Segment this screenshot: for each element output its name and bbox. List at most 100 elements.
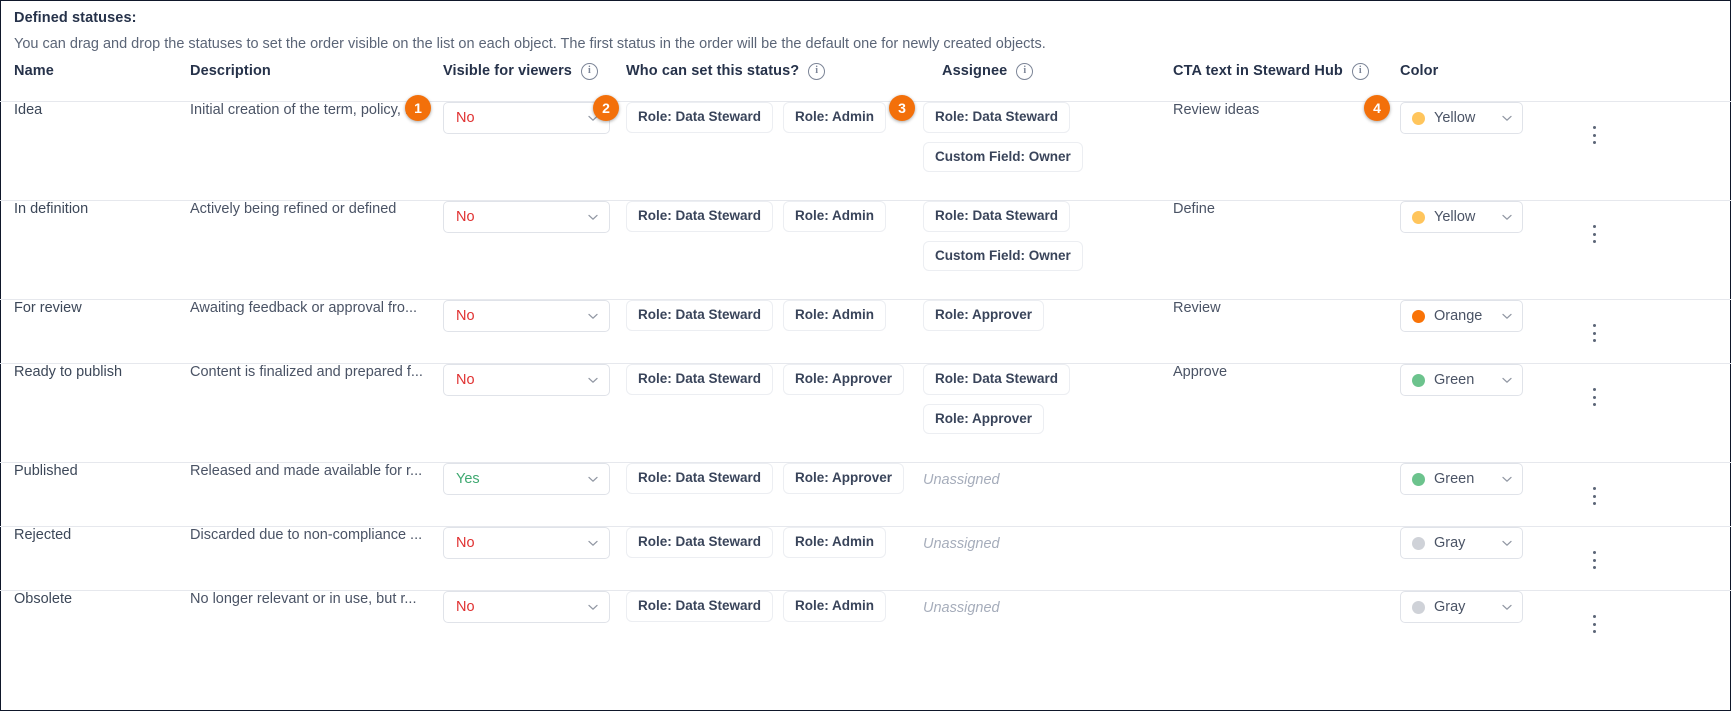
role-badge[interactable]: Role: Data Steward bbox=[626, 300, 774, 331]
row-menu-button[interactable] bbox=[1586, 364, 1602, 406]
cell-name: Rejected bbox=[0, 526, 190, 591]
table-header: Name Description Visible for viewers Who… bbox=[0, 62, 1731, 102]
table-row[interactable]: Published Released and made available fo… bbox=[0, 462, 1731, 527]
role-badge[interactable]: Role: Admin bbox=[783, 591, 887, 622]
cell-name: Ready to publish bbox=[0, 363, 190, 463]
color-value: Yellow bbox=[1434, 209, 1476, 225]
cell-visible: No bbox=[443, 590, 626, 661]
cell-actions bbox=[1576, 101, 1731, 201]
role-badge[interactable]: Role: Approver bbox=[923, 403, 1045, 435]
visible-value: No bbox=[456, 372, 475, 388]
cell-color: Gray bbox=[1400, 590, 1576, 661]
cell-assignee: Role: Data Steward Custom Field: Owner bbox=[923, 200, 1173, 300]
cell-name: Obsolete bbox=[0, 590, 190, 661]
role-badge[interactable]: Role: Admin bbox=[783, 102, 887, 133]
row-menu-button[interactable] bbox=[1586, 463, 1602, 505]
color-value: Orange bbox=[1434, 308, 1483, 324]
status-description: Actively being refined or defined bbox=[190, 201, 397, 217]
who-can-set-badges: Role: Data Steward Role: Admin bbox=[626, 102, 923, 133]
cta-text: Define bbox=[1173, 201, 1215, 217]
cell-cta: Approve bbox=[1173, 363, 1400, 463]
column-header-who-label: Who can set this status? bbox=[626, 62, 800, 79]
role-badge[interactable]: Role: Approver bbox=[783, 364, 905, 395]
chevron-down-icon bbox=[1501, 112, 1513, 124]
color-select[interactable]: Green bbox=[1400, 463, 1523, 495]
table-row[interactable]: Obsolete No longer relevant or in use, b… bbox=[0, 590, 1731, 661]
table-row[interactable]: Ready to publish Content is finalized an… bbox=[0, 363, 1731, 463]
role-badge[interactable]: Role: Data Steward bbox=[626, 364, 774, 395]
row-menu-button[interactable] bbox=[1586, 527, 1602, 569]
row-menu-button[interactable] bbox=[1586, 201, 1602, 243]
visible-for-viewers-select[interactable]: No bbox=[443, 527, 610, 559]
visible-for-viewers-select[interactable]: No bbox=[443, 591, 610, 623]
info-icon[interactable] bbox=[1351, 63, 1369, 80]
table-row[interactable]: In definition Actively being refined or … bbox=[0, 200, 1731, 300]
visible-for-viewers-select[interactable]: No bbox=[443, 300, 610, 332]
info-icon[interactable] bbox=[808, 63, 826, 80]
who-can-set-badges: Role: Data Steward Role: Admin bbox=[626, 591, 923, 622]
role-badge[interactable]: Role: Data Steward bbox=[923, 102, 1071, 133]
chevron-down-icon bbox=[587, 601, 599, 613]
cell-color: Orange bbox=[1400, 299, 1576, 364]
cell-visible: Yes bbox=[443, 462, 626, 527]
role-badge[interactable]: Role: Admin bbox=[783, 201, 887, 232]
color-swatch-icon bbox=[1412, 472, 1425, 486]
column-header-assignee-label: Assignee bbox=[942, 62, 1008, 79]
color-select[interactable]: Gray bbox=[1400, 527, 1523, 559]
row-menu-button[interactable] bbox=[1586, 102, 1602, 144]
info-icon[interactable] bbox=[580, 63, 598, 80]
cell-cta bbox=[1173, 526, 1400, 591]
cell-description: Initial creation of the term, policy, ..… bbox=[190, 101, 443, 201]
cell-assignee: Role: Approver bbox=[923, 299, 1173, 364]
role-badge[interactable]: Role: Data Steward bbox=[626, 591, 774, 622]
cell-who-can-set: Role: Data Steward Role: Admin bbox=[626, 590, 923, 661]
chevron-down-icon bbox=[1501, 211, 1513, 223]
row-menu-button[interactable] bbox=[1586, 300, 1602, 342]
color-select[interactable]: Orange bbox=[1400, 300, 1523, 332]
color-select[interactable]: Green bbox=[1400, 364, 1523, 396]
role-badge[interactable]: Role: Data Steward bbox=[626, 463, 774, 494]
cell-description: Awaiting feedback or approval fro... bbox=[190, 299, 443, 364]
role-badge[interactable]: Custom Field: Owner bbox=[923, 240, 1083, 272]
cell-actions bbox=[1576, 299, 1731, 364]
role-badge[interactable]: Role: Data Steward bbox=[626, 527, 774, 558]
role-badge[interactable]: Role: Approver bbox=[783, 463, 905, 494]
color-select[interactable]: Yellow bbox=[1400, 201, 1523, 233]
info-icon[interactable] bbox=[1016, 63, 1034, 80]
role-badge[interactable]: Role: Admin bbox=[783, 527, 887, 558]
assignee-badges: Role: Data Steward Custom Field: Owner bbox=[923, 201, 1173, 272]
cell-cta: Review ideas bbox=[1173, 101, 1400, 201]
cell-assignee: Role: Data Steward Role: Approver bbox=[923, 363, 1173, 463]
visible-for-viewers-select[interactable]: No bbox=[443, 102, 610, 134]
role-badge[interactable]: Custom Field: Owner bbox=[923, 141, 1083, 173]
table-row[interactable]: For review Awaiting feedback or approval… bbox=[0, 299, 1731, 364]
role-badge[interactable]: Role: Admin bbox=[783, 300, 887, 331]
cell-assignee: Unassigned bbox=[923, 590, 1173, 661]
role-badge[interactable]: Role: Data Steward bbox=[626, 201, 774, 232]
role-badge[interactable]: Role: Data Steward bbox=[626, 102, 774, 133]
visible-value: No bbox=[456, 110, 475, 126]
cell-visible: No bbox=[443, 526, 626, 591]
table-row[interactable]: Rejected Discarded due to non-compliance… bbox=[0, 526, 1731, 591]
status-description: Content is finalized and prepared f... bbox=[190, 364, 423, 380]
assignee-badges: Role: Approver bbox=[923, 300, 1173, 331]
visible-value: No bbox=[456, 535, 475, 551]
row-menu-button[interactable] bbox=[1586, 591, 1602, 633]
page-subtitle: You can drag and drop the statuses to se… bbox=[14, 35, 1046, 52]
visible-for-viewers-select[interactable]: Yes bbox=[443, 463, 610, 495]
status-name: Ready to publish bbox=[14, 364, 123, 380]
cell-name: Published bbox=[0, 462, 190, 527]
color-select[interactable]: Gray bbox=[1400, 591, 1523, 623]
role-badge[interactable]: Role: Approver bbox=[923, 300, 1045, 331]
cell-description: Discarded due to non-compliance ... bbox=[190, 526, 443, 591]
visible-for-viewers-select[interactable]: No bbox=[443, 201, 610, 233]
status-name: Obsolete bbox=[14, 591, 73, 607]
statuses-table: Name Description Visible for viewers Who… bbox=[0, 62, 1731, 661]
role-badge[interactable]: Role: Data Steward bbox=[923, 201, 1071, 232]
visible-value: No bbox=[456, 599, 475, 615]
table-row[interactable]: Idea Initial creation of the term, polic… bbox=[0, 101, 1731, 201]
column-header-color-label: Color bbox=[1400, 63, 1439, 79]
role-badge[interactable]: Role: Data Steward bbox=[923, 364, 1071, 395]
color-select[interactable]: Yellow bbox=[1400, 102, 1523, 134]
visible-for-viewers-select[interactable]: No bbox=[443, 364, 610, 396]
